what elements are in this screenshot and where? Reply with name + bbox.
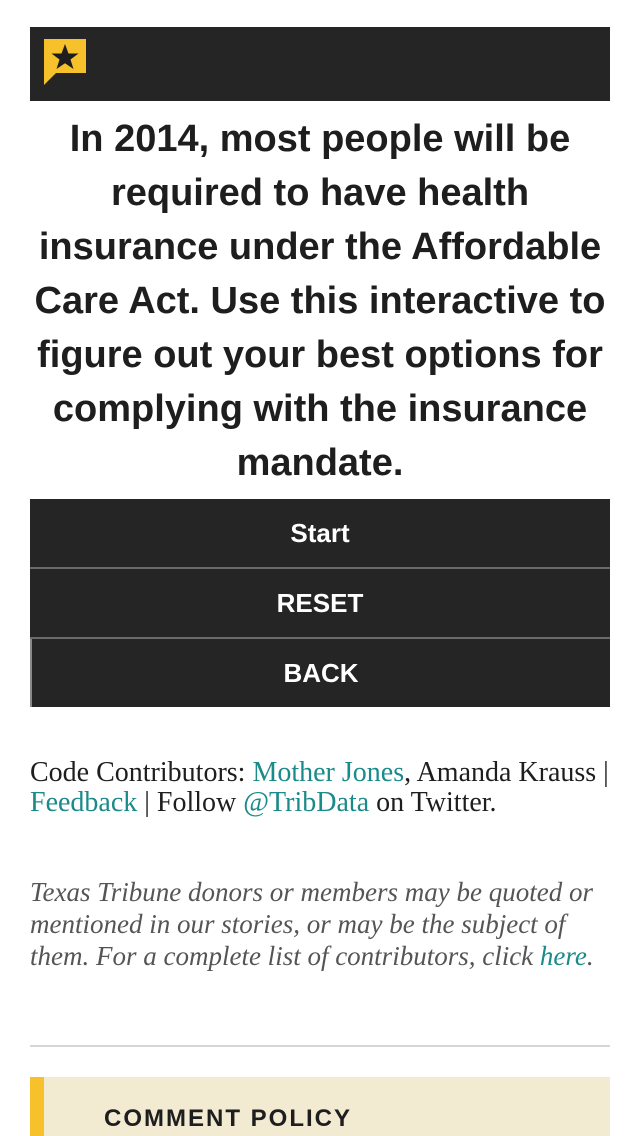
mother-jones-link[interactable]: Mother Jones [252,757,404,788]
credits-prefix: Code Contributors: [30,757,253,788]
feedback-link[interactable]: Feedback [30,787,137,818]
credits-suffix: on Twitter. [369,787,497,818]
credits-names: , Amanda Krauss | [404,757,609,788]
comment-policy-box: COMMENT POLICY [30,1077,610,1136]
donor-disclaimer: Texas Tribune donors or members may be q… [30,876,610,972]
disclaimer-text: Texas Tribune donors or members may be q… [30,877,593,971]
intro-text: In 2014, most people will be required to… [34,118,606,484]
credits-follow: | Follow [137,787,244,818]
section-divider [30,1045,610,1047]
back-button[interactable]: BACK [30,639,610,707]
star-flag-icon[interactable] [44,39,86,85]
contributors-link[interactable]: here [540,941,587,971]
reset-button[interactable]: RESET [30,569,610,637]
comment-policy-title: COMMENT POLICY [104,1105,352,1132]
disclaimer-end: . [586,941,594,971]
tribdata-link[interactable]: @TribData [243,787,369,818]
header-bar [30,27,610,101]
start-button[interactable]: Start [30,499,610,567]
code-credits: Code Contributors: Mother Jones, Amanda … [30,758,610,818]
